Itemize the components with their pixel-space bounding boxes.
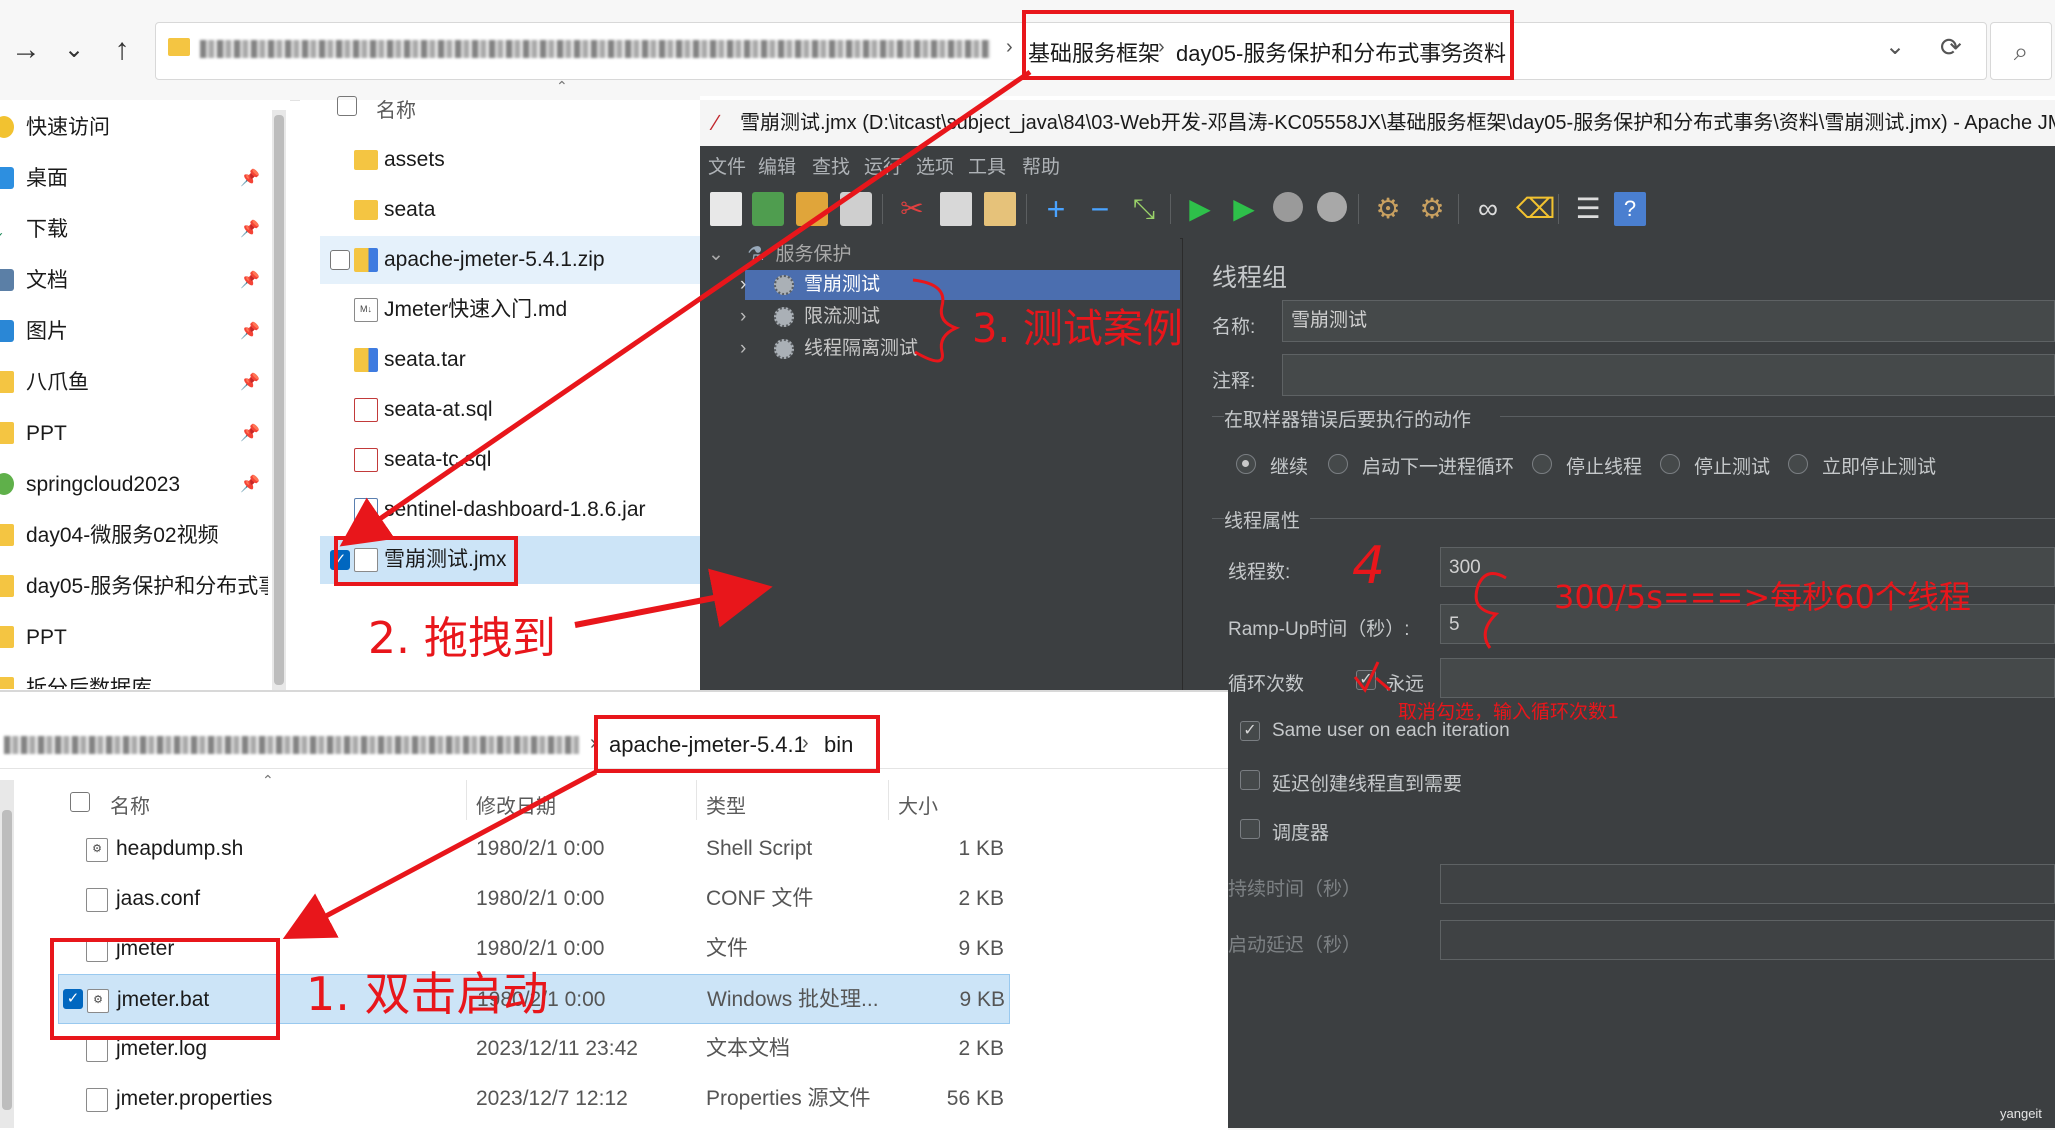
annotation-step1: 1. 双击启动 xyxy=(306,967,549,1021)
cross-mark xyxy=(1353,661,1391,693)
arrow-drag-to-jmeter xyxy=(574,568,773,628)
brace-test-cases xyxy=(912,278,961,363)
annotation-threads-note: 300/5s===>每秒60个线程 xyxy=(1554,578,1971,616)
brace-threads xyxy=(1474,572,1507,649)
annotation-step4: 4 xyxy=(1352,536,1386,596)
watermark: yangeit xyxy=(2000,1106,2042,1121)
annotation-step3: 3. 测试案例 xyxy=(972,306,1183,352)
arrow-bin-to-bat xyxy=(282,769,598,940)
arrow-breadcrumb-to-file xyxy=(339,69,1032,547)
annotation-loop-note: 取消勾选，输入循环次数1 xyxy=(1398,701,1620,723)
annotation-step2: 2. 拖拽到 xyxy=(368,613,556,664)
